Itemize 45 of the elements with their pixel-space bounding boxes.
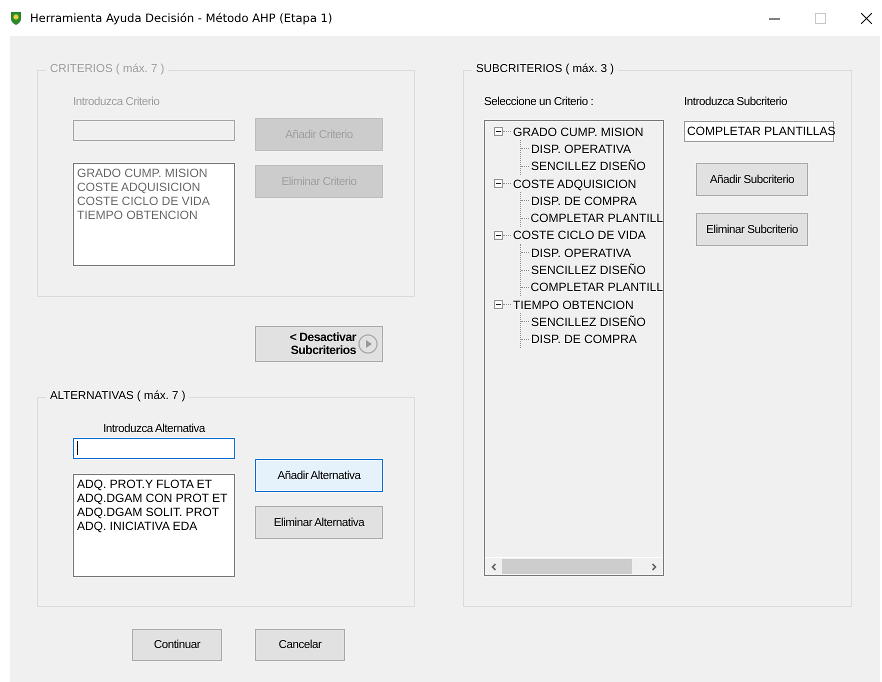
scroll-right-icon[interactable]	[650, 562, 658, 570]
collapse-icon[interactable]	[494, 300, 503, 310]
shield-icon	[10, 11, 22, 25]
tree-item[interactable]: COSTE CICLO DE VIDA	[513, 228, 646, 242]
remove-alternativa-button[interactable]: Eliminar Alternativa	[255, 506, 383, 539]
list-item[interactable]: ADQ. PROT.Y FLOTA ET	[77, 477, 231, 491]
add-subcriterio-button[interactable]: Añadir Subcriterio	[696, 163, 808, 196]
dialog-button[interactable]: Cancelar	[255, 629, 345, 661]
tree-item[interactable]: SENCILLEZ DISEÑO	[531, 314, 646, 329]
field-label: Introduzca Subcriterio	[684, 96, 788, 108]
tree-item[interactable]: GRADO CUMP. MISION	[513, 124, 644, 139]
group-title: SUBCRITERIOS ( máx. 3 )	[472, 63, 618, 75]
tree-item[interactable]: SENCILLEZ DISEÑO	[531, 263, 646, 278]
collapse-icon[interactable]	[494, 127, 503, 136]
field-label: Introduzca Criterio	[73, 96, 160, 108]
group-title: CRITERIOS ( máx. 7 )	[46, 63, 168, 75]
tree-item[interactable]: COMPLETAR PLANTILL	[530, 211, 663, 226]
tree-item[interactable]: DISP. DE COMPRA	[531, 332, 637, 346]
horizontal-scrollbar[interactable]	[485, 557, 663, 575]
tree-item[interactable]: DISP. OPERATIVA	[531, 246, 632, 260]
list-item[interactable]: ADQ.DGAM SOLIT. PROT	[77, 505, 231, 519]
scrollbar-thumb[interactable]	[502, 559, 632, 574]
tree-item[interactable]: COMPLETAR PLANTILL	[530, 280, 663, 294]
list-item[interactable]: ADQ. INICIATIVA EDA	[77, 519, 231, 533]
add-alternativa-button[interactable]: Añadir Alternativa	[255, 459, 383, 492]
tree-item[interactable]: TIEMPO OBTENCION	[513, 298, 634, 312]
tree-item[interactable]: DISP. OPERATIVA	[531, 142, 632, 156]
close-icon[interactable]	[861, 12, 872, 24]
scroll-left-icon[interactable]	[490, 562, 498, 570]
alternativa-input-field[interactable]	[73, 438, 235, 459]
tree-item[interactable]: SENCILLEZ DISEÑO	[531, 159, 646, 174]
field-label: Introduzca Alternativa	[102, 423, 206, 435]
window-title: Herramienta Ayuda Decisión - Método AHP (Etapa 1)	[30, 11, 332, 25]
remove-subcriterio-button[interactable]: Eliminar Subcriterio	[696, 213, 808, 246]
collapse-icon[interactable]	[494, 230, 503, 240]
collapse-icon[interactable]	[494, 179, 503, 188]
deactivate-subcriteria-button[interactable]: < Desactivar Subcriterios	[255, 326, 383, 362]
field-label: Seleccione un Criterio :	[484, 96, 594, 108]
dialog-button[interactable]: Continuar	[132, 629, 222, 661]
group-title: ALTERNATIVAS ( máx. 7 )	[46, 390, 190, 402]
play-circle-icon	[358, 334, 378, 354]
subcriterio-input-field[interactable]: COMPLETAR PLANTILLAS	[684, 121, 834, 142]
tree-item[interactable]: COSTE ADQUISICION	[513, 176, 636, 191]
tree-item[interactable]: DISP. DE COMPRA	[531, 194, 637, 208]
list-item[interactable]: ADQ.DGAM CON PROT ET	[77, 491, 231, 505]
